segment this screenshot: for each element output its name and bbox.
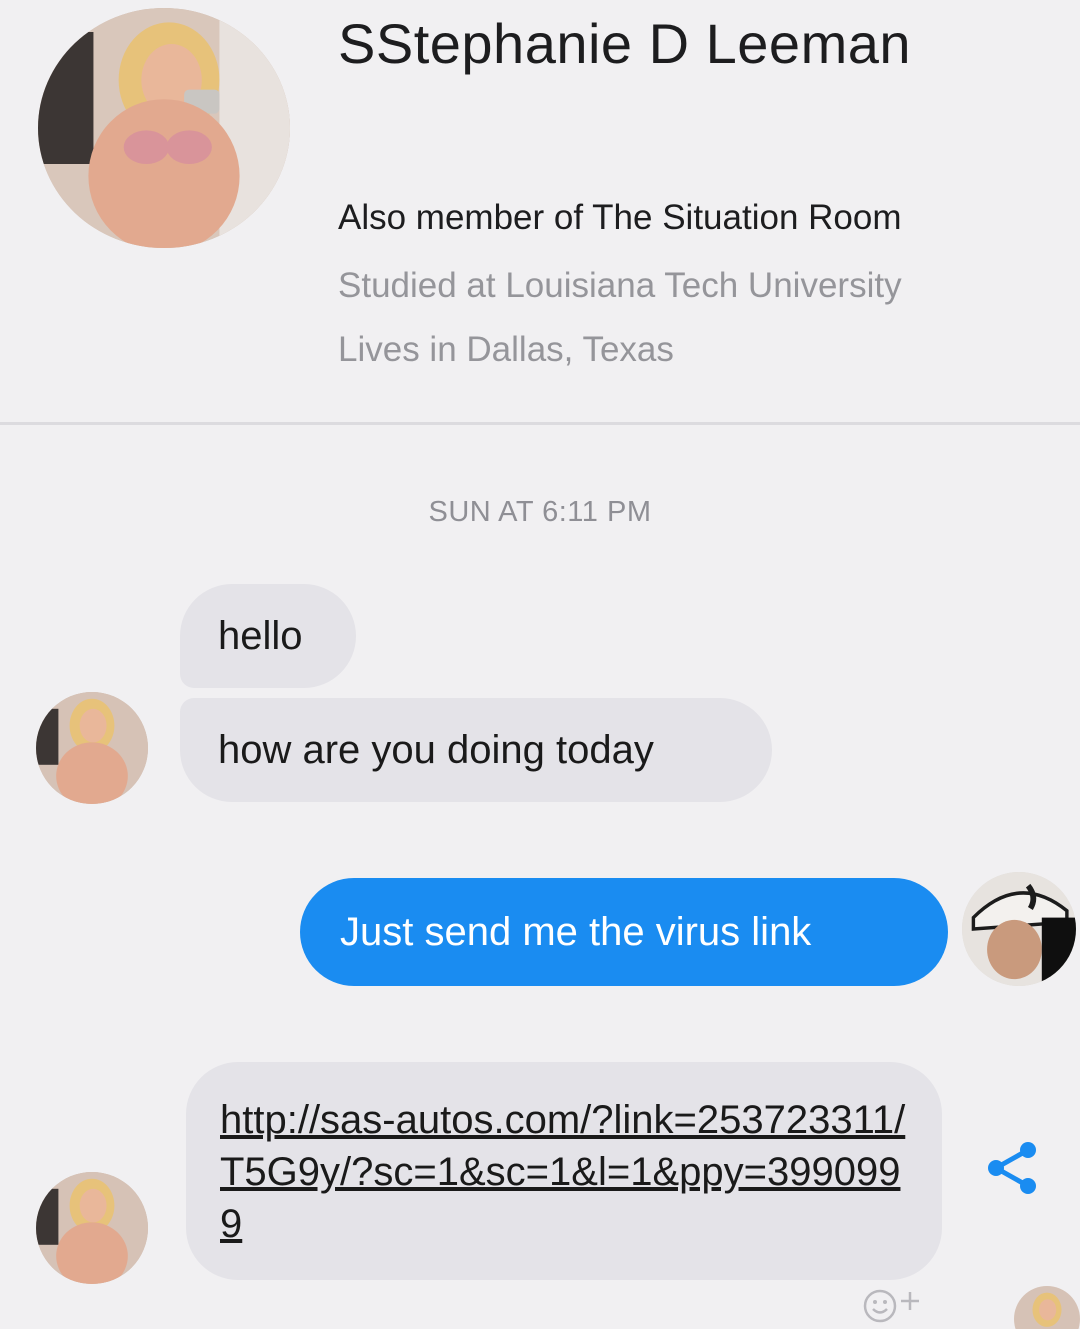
message-text: Just send me the virus link [340, 910, 812, 954]
sender-avatar[interactable] [36, 692, 148, 804]
message-timestamp: SUN AT 6:11 PM [428, 496, 652, 528]
message-text: how are you doing today [218, 728, 654, 772]
profile-header: SStephanie D Leeman Also member of The S… [0, 0, 1080, 420]
message-text: hello [218, 614, 303, 658]
profile-lives: Lives in Dallas, Texas [338, 330, 674, 369]
profile-member-of: Also member of The Situation Room [338, 198, 902, 237]
share-icon[interactable] [978, 1134, 1046, 1202]
user-avatar[interactable] [962, 872, 1076, 986]
add-reaction-icon[interactable] [858, 1284, 938, 1324]
message-bubble-incoming[interactable]: hello [180, 584, 356, 688]
seen-avatar [1014, 1286, 1080, 1329]
header-divider [0, 422, 1080, 425]
profile-studied: Studied at Louisiana Tech University [338, 266, 902, 305]
sender-avatar[interactable] [36, 1172, 148, 1284]
message-bubble-link[interactable]: http://sas-autos.com/?link=253723311/T5G… [186, 1062, 942, 1280]
message-link[interactable]: http://sas-autos.com/?link=253723311/T5G… [220, 1094, 920, 1250]
profile-name[interactable]: SStephanie D Leeman [338, 12, 1038, 76]
message-bubble-outgoing[interactable]: Just send me the virus link [300, 878, 948, 986]
profile-avatar[interactable] [38, 8, 290, 248]
message-bubble-incoming[interactable]: how are you doing today [180, 698, 772, 802]
